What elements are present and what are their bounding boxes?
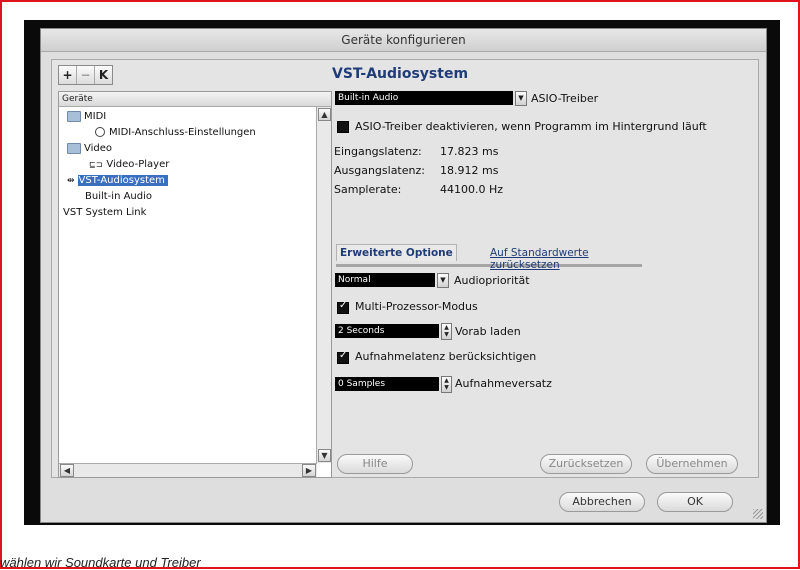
tree-header: Geräte bbox=[59, 92, 331, 107]
reset-device-button[interactable]: K bbox=[95, 66, 112, 84]
deactivate-asio-label: ASIO-Treiber deaktivieren, wenn Programm… bbox=[355, 120, 707, 133]
samplerate-label: Samplerate: bbox=[334, 183, 402, 196]
device-tree: Geräte MIDI MIDI-Anschluss-Einstellungen… bbox=[58, 91, 332, 478]
input-latency-label: Eingangslatenz: bbox=[334, 145, 422, 158]
revert-button[interactable]: Zurücksetzen bbox=[540, 454, 632, 474]
tree-horizontal-scrollbar[interactable]: ◀ ▶ bbox=[59, 463, 317, 477]
scroll-right-icon[interactable]: ▶ bbox=[302, 464, 316, 477]
audio-priority-label: Audiopriorität bbox=[454, 274, 530, 287]
chevron-down-icon[interactable]: ▼ bbox=[437, 273, 449, 288]
add-device-button[interactable]: + bbox=[59, 66, 77, 84]
help-button[interactable]: Hilfe bbox=[337, 454, 413, 474]
record-latency-checkbox[interactable] bbox=[337, 350, 349, 364]
tree-item-video-player[interactable]: ⊑⊐ Video-Player bbox=[89, 158, 169, 172]
remove-device-button[interactable]: − bbox=[77, 66, 95, 84]
window-title: Geräte konfigurieren bbox=[41, 29, 766, 52]
panel-title: VST-Audiosystem bbox=[332, 66, 469, 82]
deactivate-asio-checkbox[interactable] bbox=[337, 121, 349, 133]
tree-item-midi-port-settings[interactable]: MIDI-Anschluss-Einstellungen bbox=[95, 126, 256, 140]
preload-stepper-icon[interactable]: ▲ ▼ bbox=[441, 323, 452, 340]
tree-item-vst-audiosystem[interactable]: ⇹ VST-Audiosystem bbox=[67, 174, 168, 188]
output-latency-value: 18.912 ms bbox=[440, 164, 499, 177]
advanced-options-tabs: Erweiterte Optione Auf Standardwerte zur… bbox=[336, 244, 642, 271]
input-latency-value: 17.823 ms bbox=[440, 145, 499, 158]
record-offset-label: Aufnahmeversatz bbox=[455, 377, 552, 390]
chevron-down-icon[interactable]: ▼ bbox=[515, 91, 527, 106]
multiprocessor-checkbox[interactable] bbox=[337, 300, 349, 314]
output-latency-label: Ausgangslatenz: bbox=[334, 164, 425, 177]
record-latency-label: Aufnahmelatenz berücksichtigen bbox=[355, 350, 537, 363]
midi-port-icon bbox=[95, 127, 105, 137]
samplerate-value: 44100.0 Hz bbox=[440, 183, 504, 196]
scroll-up-icon[interactable]: ▲ bbox=[318, 108, 331, 121]
scroll-down-icon[interactable]: ▼ bbox=[318, 449, 331, 462]
preload-label: Vorab laden bbox=[455, 325, 521, 338]
tree-item-built-in-audio[interactable]: Built-in Audio bbox=[85, 190, 152, 204]
audio-priority-select[interactable]: Normal bbox=[335, 273, 435, 287]
tree-item-video[interactable]: Video bbox=[67, 142, 112, 156]
apply-button[interactable]: Übernehmen bbox=[646, 454, 738, 474]
tab-advanced-options[interactable]: Erweiterte Optione bbox=[336, 244, 457, 261]
tree-vertical-scrollbar[interactable]: ▲ ▼ bbox=[316, 107, 331, 463]
record-offset-field[interactable]: 0 Samples bbox=[335, 377, 439, 391]
folder-icon bbox=[67, 142, 81, 154]
device-toolbar: + − K bbox=[58, 65, 113, 85]
ok-button[interactable]: OK bbox=[657, 492, 733, 512]
asio-driver-select[interactable]: Built-in Audio bbox=[335, 91, 513, 105]
tree-item-midi[interactable]: MIDI bbox=[67, 110, 106, 124]
image-caption: wählen wir Soundkarte und Treiber bbox=[0, 555, 201, 570]
preload-field[interactable]: 2 Seconds bbox=[335, 324, 439, 338]
multiprocessor-label: Multi-Prozessor-Modus bbox=[355, 300, 478, 313]
reset-to-defaults-link[interactable]: Auf Standardwerte zurücksetzen bbox=[490, 247, 642, 271]
tree-item-vst-system-link[interactable]: VST System Link bbox=[63, 206, 146, 220]
cancel-button[interactable]: Abbrechen bbox=[559, 492, 645, 512]
device-config-window: Geräte konfigurieren + − K Geräte MIDI M… bbox=[40, 28, 767, 523]
audio-system-icon: ⇹ bbox=[67, 176, 75, 186]
resize-grip-icon[interactable] bbox=[753, 509, 763, 519]
folder-icon bbox=[67, 110, 81, 122]
scroll-left-icon[interactable]: ◀ bbox=[60, 464, 74, 477]
record-offset-stepper-icon[interactable]: ▲ ▼ bbox=[441, 376, 452, 393]
video-player-icon: ⊑⊐ bbox=[89, 160, 103, 169]
asio-driver-label: ASIO-Treiber bbox=[531, 92, 599, 105]
